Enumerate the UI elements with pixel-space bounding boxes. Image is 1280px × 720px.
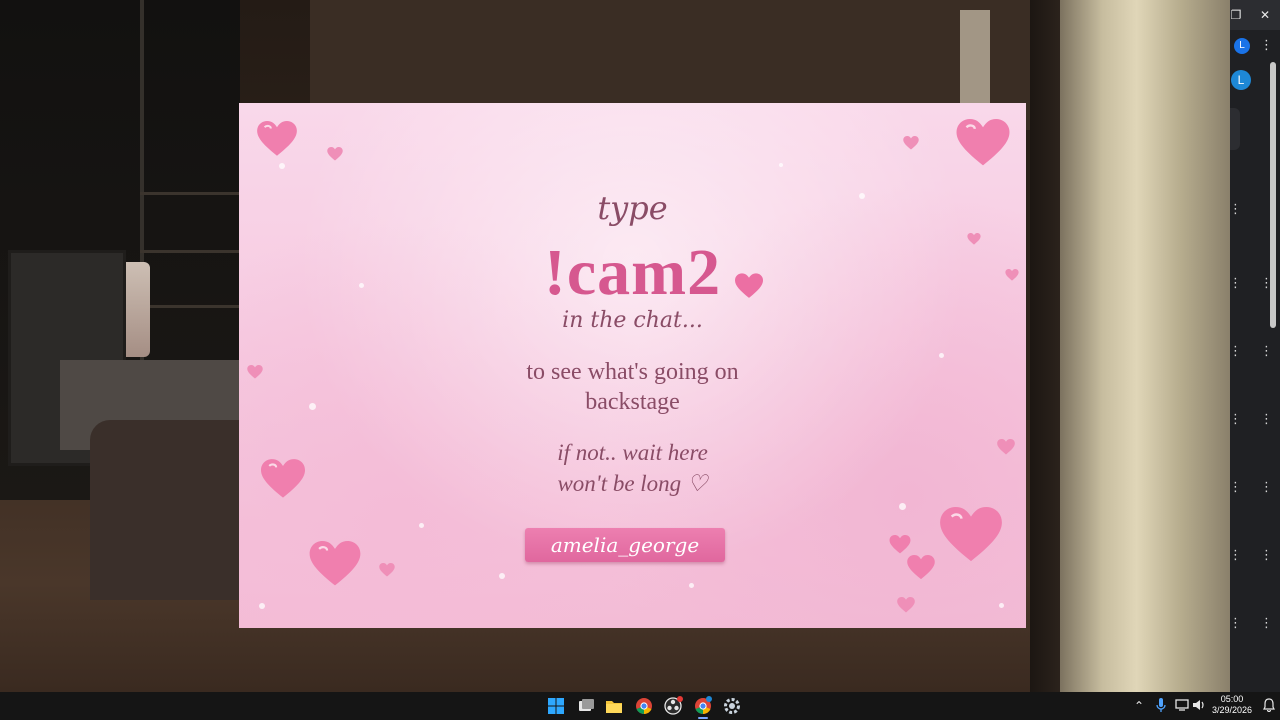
- backstage-line-1: to see what's going on: [526, 359, 739, 385]
- item-menu-icon[interactable]: ⋮: [1260, 481, 1273, 495]
- instruction-type: type: [597, 189, 668, 227]
- chrome-profile-icon[interactable]: [692, 695, 714, 717]
- item-menu-icon[interactable]: ⋮: [1229, 481, 1242, 495]
- heart-icon: [907, 555, 935, 580]
- clock-date: 3/29/2026: [1211, 705, 1253, 715]
- item-menu-icon[interactable]: ⋮: [1260, 617, 1273, 631]
- item-menu-icon[interactable]: ⋮: [1229, 617, 1242, 631]
- heart-icon: [940, 507, 1002, 562]
- chrome-icon[interactable]: [633, 695, 655, 717]
- active-app-indicator: [698, 717, 708, 719]
- heart-icon: [327, 147, 343, 161]
- item-menu-icon[interactable]: ⋮: [1229, 345, 1242, 359]
- network-icon[interactable]: [1175, 698, 1189, 712]
- item-menu-icon[interactable]: ⋮: [1260, 549, 1273, 563]
- task-view-icon[interactable]: [575, 695, 597, 717]
- chevron-up-icon[interactable]: ⌃: [1134, 698, 1144, 714]
- door-frame: [960, 10, 990, 105]
- browser-menu-icon[interactable]: ⋮: [1260, 39, 1273, 53]
- profile-avatar-small[interactable]: L: [1234, 38, 1250, 54]
- item-menu-icon[interactable]: ⋮: [1229, 203, 1242, 217]
- close-window-icon[interactable]: ✕: [1256, 6, 1274, 24]
- username-tag: amelia_george: [525, 528, 725, 562]
- backstage-message: to see what's going on backstage: [239, 357, 1026, 417]
- item-menu-icon[interactable]: ⋮: [1229, 277, 1242, 291]
- microphone-icon[interactable]: [1155, 697, 1167, 713]
- settings-icon[interactable]: [721, 695, 743, 717]
- wait-line-1: if not.. wait here: [557, 440, 708, 465]
- heart-icon: [309, 541, 361, 586]
- notification-bell-icon[interactable]: [1262, 698, 1276, 712]
- heart-icon: [257, 121, 297, 156]
- instruction-chat: in the chat...: [562, 308, 703, 333]
- profile-avatar[interactable]: L: [1231, 70, 1251, 90]
- backstage-line-2: backstage: [585, 389, 680, 415]
- clock-time: 05:00: [1220, 694, 1244, 704]
- system-clock[interactable]: 05:00 3/29/2026: [1206, 694, 1258, 716]
- obs-icon[interactable]: [662, 695, 684, 717]
- restore-window-icon[interactable]: ❐: [1227, 6, 1245, 24]
- heart-icon: [379, 563, 395, 577]
- item-menu-icon[interactable]: ⋮: [1260, 345, 1273, 359]
- taskbar: ⌃ 05:00 3/29/2026: [0, 692, 1280, 720]
- curtain: [1060, 0, 1230, 692]
- chat-command: !cam2: [543, 236, 722, 309]
- item-menu-icon[interactable]: ⋮: [1229, 549, 1242, 563]
- heart-icon: [956, 119, 1010, 166]
- volume-icon[interactable]: [1191, 698, 1205, 712]
- item-menu-icon[interactable]: ⋮: [1260, 413, 1273, 427]
- heart-icon: [897, 597, 915, 613]
- heart-icon: [903, 136, 919, 150]
- wait-line-2: won't be long ♡: [557, 471, 708, 496]
- wait-message: if not.. wait here won't be long ♡: [239, 437, 1026, 499]
- file-explorer-icon[interactable]: [603, 695, 625, 717]
- item-menu-icon[interactable]: ⋮: [1260, 277, 1273, 291]
- heart-icon: [889, 535, 911, 554]
- stream-overlay-card: type !cam2 in the chat... to see what's …: [239, 103, 1026, 628]
- item-menu-icon[interactable]: ⋮: [1229, 413, 1242, 427]
- windows-start-icon[interactable]: [545, 695, 567, 717]
